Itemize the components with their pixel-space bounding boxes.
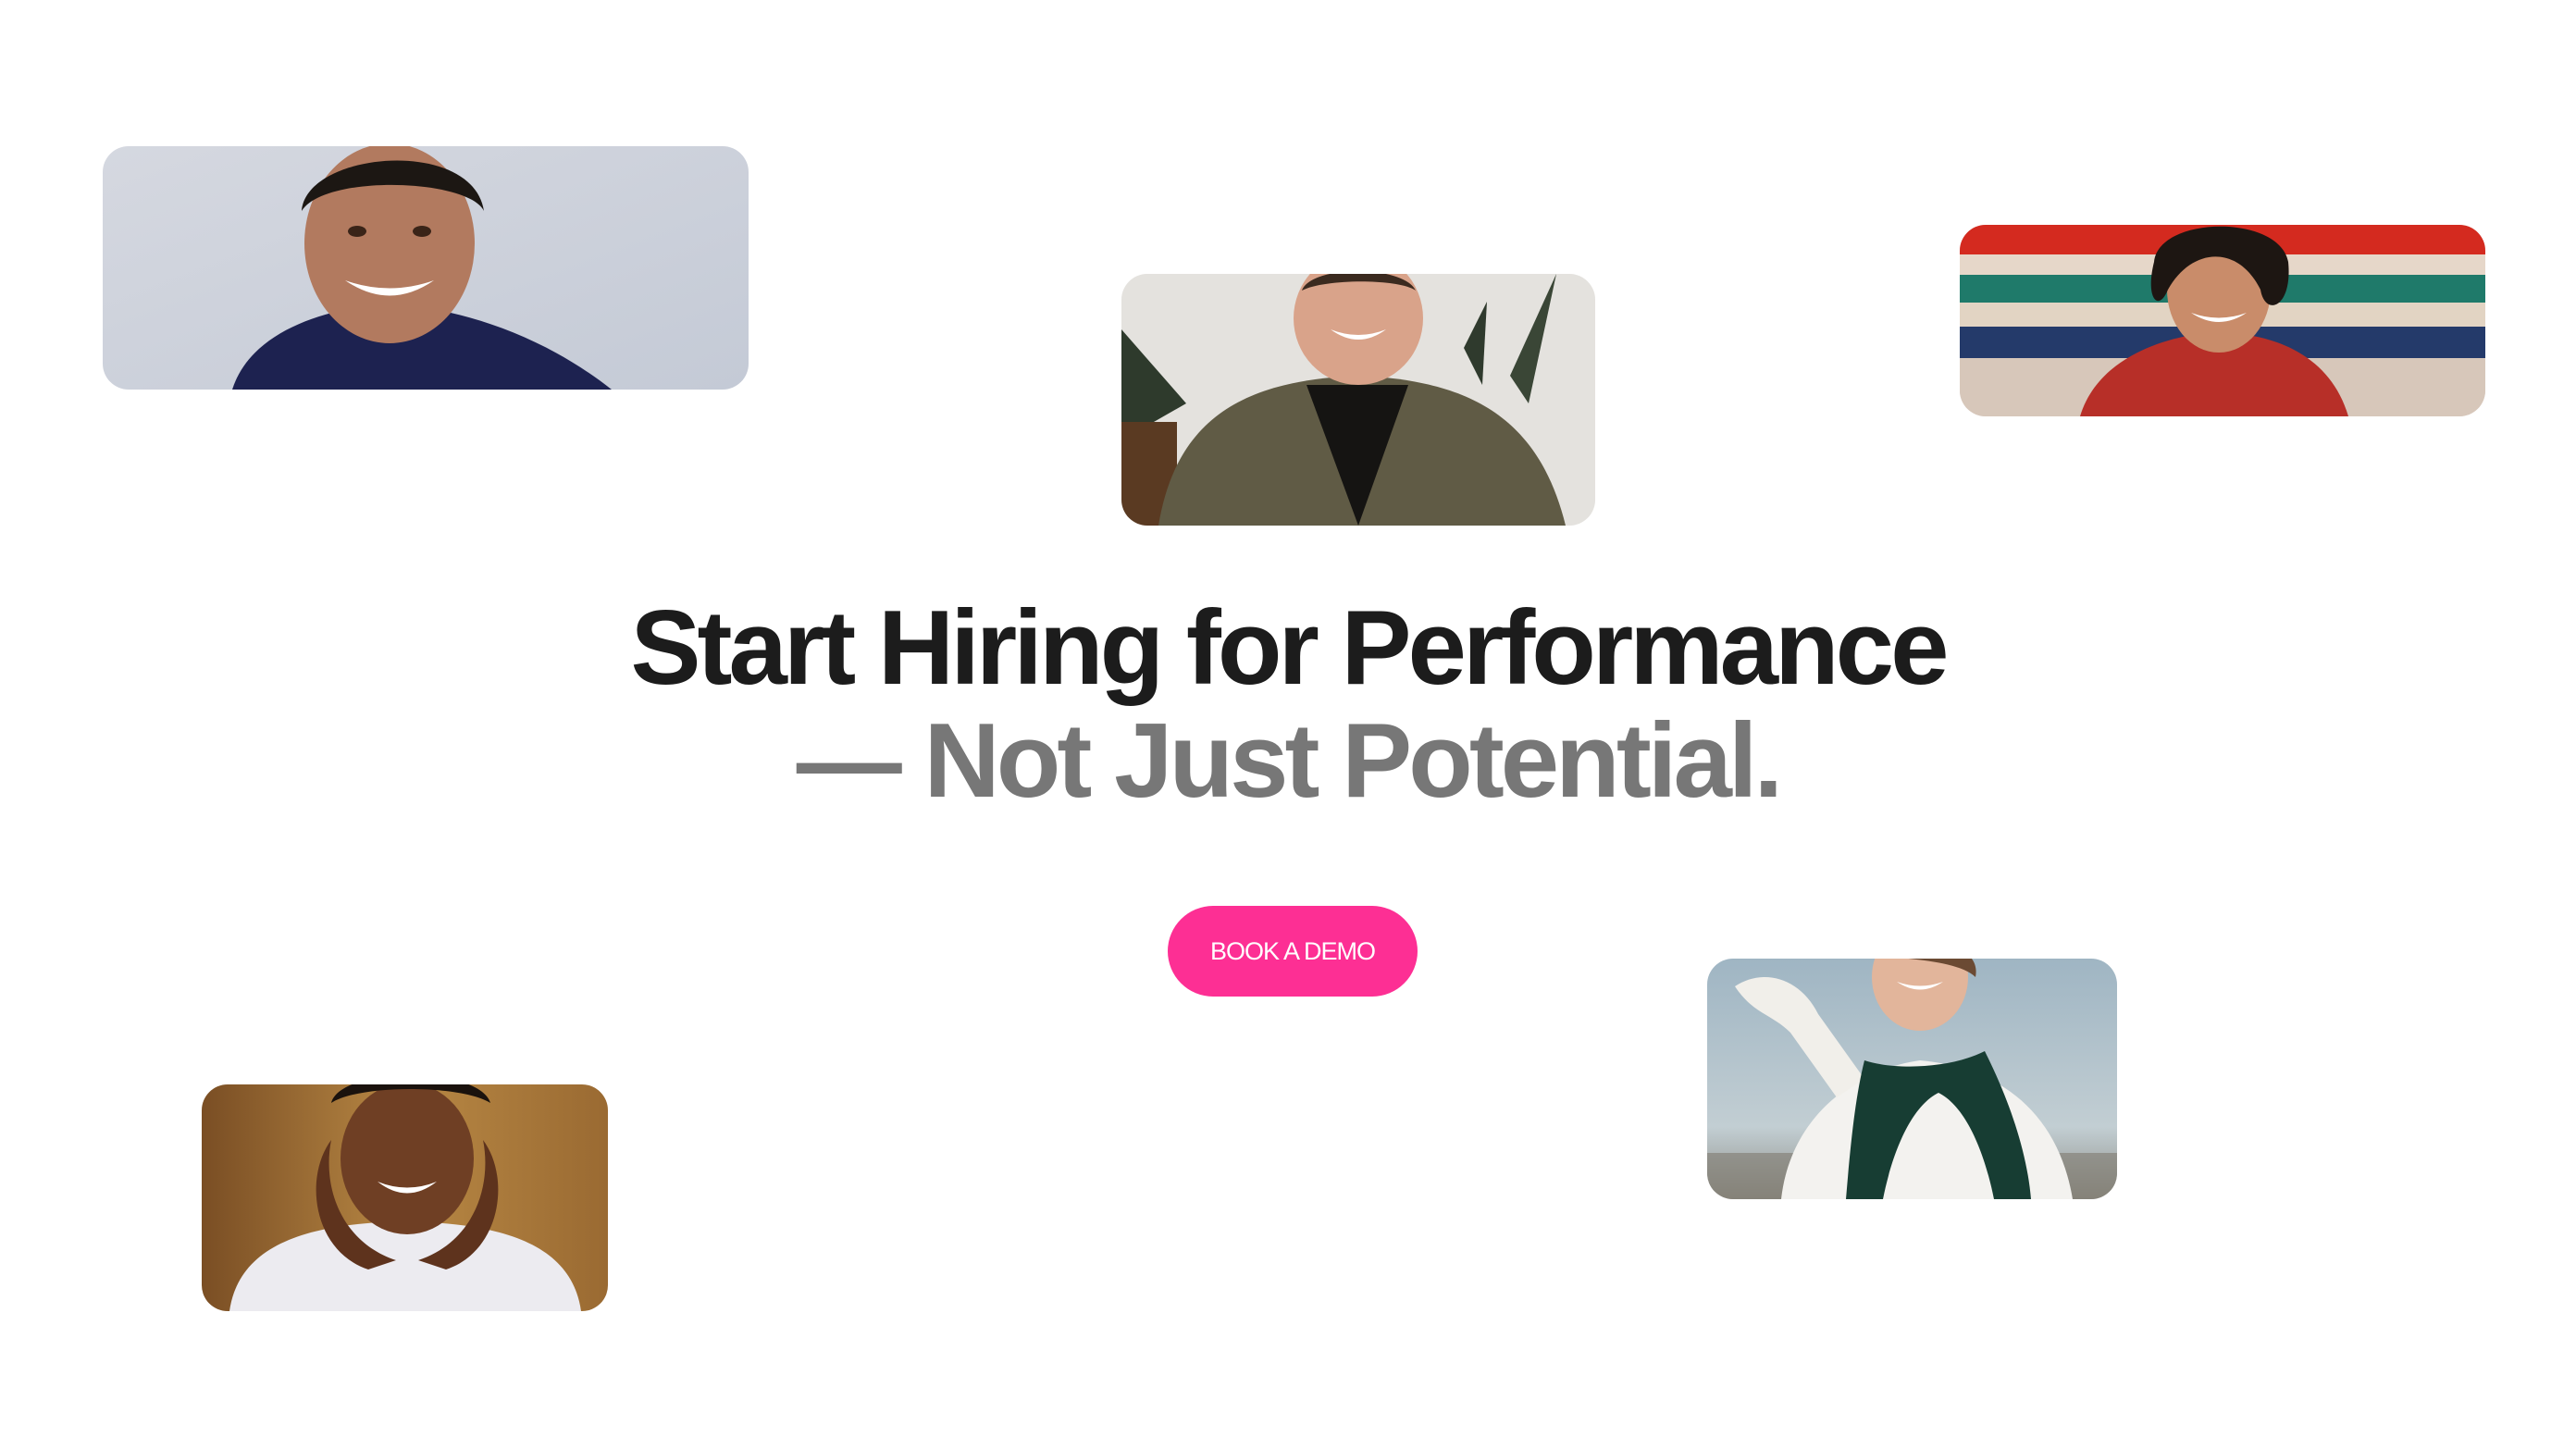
headline-secondary: — Not Just Potential. (796, 702, 1783, 820)
hero-section: Start Hiring for Performance — Not Just … (0, 592, 2576, 818)
photo-man-olive-jacket (1121, 274, 1595, 526)
photo-woman-hands-on-cheeks (202, 1084, 608, 1311)
headline-primary: Start Hiring for Performance (630, 589, 1950, 707)
photo-woman-white-shirt-green-sweater (1707, 959, 2117, 1199)
photo-woman-red-shirt-striped-wall (1960, 225, 2485, 416)
photo-smiling-man-navy-sweater (103, 146, 749, 390)
book-demo-button[interactable]: BOOK A DEMO (1168, 906, 1418, 997)
